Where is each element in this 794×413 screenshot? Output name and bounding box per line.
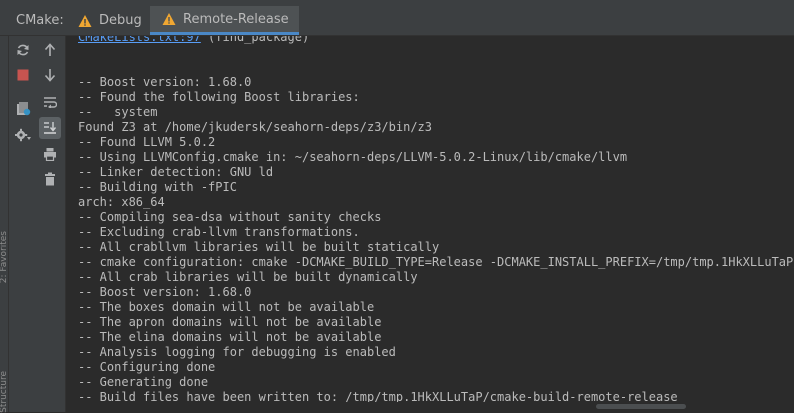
clear-button[interactable]: [39, 168, 61, 190]
console-lines: CMakeLists.txt:97 (find_package) -- Boos…: [78, 36, 794, 402]
horizontal-scrollbar-thumb[interactable]: [596, 404, 686, 409]
scroll-down-icon: [44, 69, 56, 82]
soft-wrap-icon: [44, 97, 57, 108]
settings-icon: [15, 128, 31, 142]
warning-icon: [162, 13, 176, 25]
console-line: Found Z3 at /home/jkudersk/seahorn-deps/…: [78, 120, 433, 134]
console-line: -- Found the following Boost libraries:: [78, 90, 360, 104]
tab-remote-release[interactable]: Remote-Release: [150, 6, 299, 35]
console-line: -- Boost version: 1.68.0: [78, 285, 252, 299]
console-line: -- Configuring done: [78, 360, 216, 374]
console-line: -- Excluding crab-llvm transformations.: [78, 225, 360, 239]
warning-icon: [78, 14, 92, 27]
tab-label: Debug: [99, 13, 142, 28]
tab-label: Remote-Release: [183, 11, 289, 27]
link-suffix: (find_package): [200, 36, 310, 44]
console-line: -- cmake configuration: cmake -DCMAKE_BU…: [78, 255, 794, 269]
scroll-up-icon: [44, 43, 56, 56]
console-line: -- Building with -fPIC: [78, 180, 237, 194]
console-line: -- Boost version: 1.68.0: [78, 75, 252, 89]
console-line: arch: x86_64: [78, 195, 165, 209]
console-line: -- Generating done: [78, 375, 209, 389]
console-line: -- All crabllvm libraries will be built …: [78, 240, 440, 254]
soft-wrap-button[interactable]: [39, 91, 61, 113]
structure-strip-button[interactable]: Structure: [0, 371, 9, 413]
console-line: -- All crab libraries will be built dyna…: [78, 270, 418, 284]
print-button[interactable]: [39, 143, 61, 165]
console-line: -- The boxes domain will not be availabl…: [78, 300, 375, 314]
scroll-to-end-button[interactable]: [39, 117, 61, 139]
console-line: -- Using LLVMConfig.cmake in: ~/seahorn-…: [78, 150, 628, 164]
cmake-settings-icon: [17, 102, 31, 116]
scroll-down-button[interactable]: [39, 64, 61, 86]
console-line: -- The apron domains will not be availab…: [78, 315, 382, 329]
rerun-icon: [17, 44, 29, 56]
favorites-strip-button[interactable]: 2: Favorites: [0, 231, 9, 283]
rerun-button[interactable]: [12, 39, 34, 61]
cmake-settings-button[interactable]: [12, 98, 34, 120]
console-line: -- system: [78, 105, 158, 119]
console-toolbar: [9, 36, 66, 412]
side-tool-strip: 2: Favorites Structure: [0, 36, 9, 413]
cmakelists-link[interactable]: CMakeLists.txt:97: [78, 36, 201, 44]
console-line: -- Found LLVM 5.0.2: [78, 135, 216, 149]
console-line: -- Linker detection: GNU ld: [78, 165, 274, 179]
console-line: -- Compiling sea-dsa without sanity chec…: [78, 210, 382, 224]
console-line: -- Build files have been written to: /tm…: [78, 390, 678, 402]
tool-window-header: CMake: Debug Remote-Release: [0, 0, 794, 36]
clear-icon: [45, 172, 55, 186]
console-line: -- Analysis logging for debugging is ena…: [78, 345, 396, 359]
scroll-to-end-icon: [44, 122, 57, 134]
settings-button[interactable]: [12, 124, 34, 146]
stop-icon: [17, 69, 29, 81]
console-output[interactable]: CMakeLists.txt:97 (find_package) -- Boos…: [66, 36, 794, 402]
console-line: -- The elina domains will not be availab…: [78, 330, 382, 344]
tool-window-title: CMake:: [16, 13, 64, 28]
print-icon: [44, 148, 56, 161]
tab-debug[interactable]: Debug: [66, 6, 152, 35]
scroll-up-button[interactable]: [39, 39, 61, 61]
stop-button[interactable]: [12, 64, 34, 86]
